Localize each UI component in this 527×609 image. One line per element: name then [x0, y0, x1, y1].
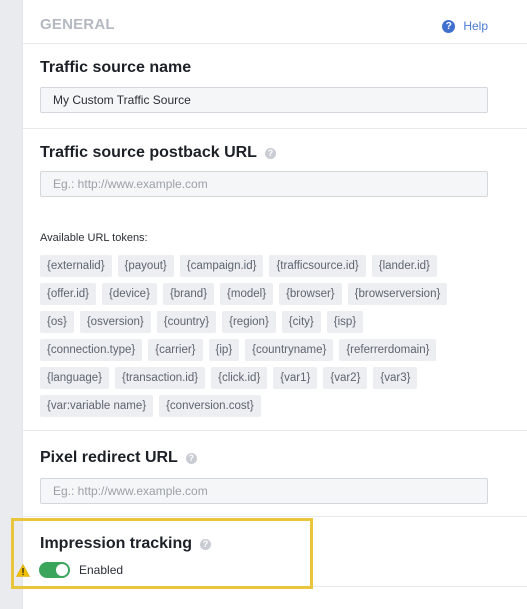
token-list: {externalid} {payout} {campaign.id} {traffi… [40, 255, 500, 423]
traffic-source-name-label-text: Traffic source name [40, 59, 192, 76]
impression-tracking-toggle[interactable] [39, 562, 70, 578]
question-icon[interactable]: ? [264, 147, 276, 159]
pixel-redirect-section: Pixel redirect URL ? [23, 431, 527, 517]
url-token[interactable]: {language} [40, 367, 110, 389]
section-title: GENERAL [40, 16, 115, 33]
url-token[interactable]: {os} [40, 311, 74, 333]
section-header: GENERAL ? Help [23, 0, 527, 44]
url-token[interactable]: {country} [156, 311, 217, 333]
toggle-label: Enabled [79, 563, 124, 577]
token-row: {var:variable name} {conversion.cost} [40, 395, 500, 417]
url-token[interactable]: {trafficsource.id} [269, 255, 366, 277]
token-row: {connection.type} {carrier} {ip} {countryna… [40, 339, 500, 361]
url-token[interactable]: {var2} [323, 367, 368, 389]
traffic-source-name-input[interactable] [40, 87, 488, 113]
token-row: {externalid} {payout} {campaign.id} {traffi… [40, 255, 500, 277]
url-token[interactable]: {browser} [279, 283, 342, 305]
help-icon: ? [442, 19, 456, 33]
warning-icon [16, 564, 30, 577]
url-token[interactable]: {click.id} [211, 367, 268, 389]
url-token[interactable]: {offer.id} [40, 283, 96, 305]
help-link[interactable]: ? Help [442, 19, 488, 33]
url-token[interactable]: {brand} [162, 283, 215, 305]
url-token[interactable]: {city} [281, 311, 321, 333]
highlight-frame [11, 518, 313, 589]
url-token[interactable]: {var:variable name} [40, 395, 154, 417]
tokens-label: Available URL tokens: [40, 232, 148, 244]
pixel-redirect-label: Pixel redirect URL ? [40, 449, 197, 467]
url-token[interactable]: {ip} [208, 339, 240, 361]
token-row: {language} {transaction.id} {click.id} {var… [40, 367, 500, 389]
question-icon[interactable]: ? [185, 452, 197, 464]
url-token[interactable]: {connection.type} [40, 339, 143, 361]
postback-url-input[interactable] [40, 171, 488, 197]
pixel-redirect-input[interactable] [40, 478, 488, 504]
url-token[interactable]: {isp} [326, 311, 364, 333]
token-row: {os} {osversion} {country} {region} {city} {i… [40, 311, 500, 333]
url-token[interactable]: {countryname} [245, 339, 334, 361]
url-token[interactable]: {externalid} [40, 255, 112, 277]
impression-tracking-toggle-row: Enabled [39, 562, 123, 578]
url-token[interactable]: {campaign.id} [179, 255, 264, 277]
url-token[interactable]: {lander.id} [371, 255, 437, 277]
traffic-source-name-label: Traffic source name [40, 59, 191, 77]
url-token[interactable]: {carrier} [148, 339, 203, 361]
url-token[interactable]: {device} [102, 283, 157, 305]
url-token[interactable]: {payout} [117, 255, 174, 277]
traffic-source-name-section: Traffic source name [23, 44, 527, 129]
url-token[interactable]: {referrerdomain} [339, 339, 437, 361]
url-token[interactable]: {osversion} [79, 311, 151, 333]
url-token[interactable]: {region} [222, 311, 276, 333]
pixel-redirect-label-text: Pixel redirect URL [40, 449, 178, 466]
url-token[interactable]: {var1} [273, 367, 318, 389]
url-token[interactable]: {model} [220, 283, 274, 305]
token-row: {offer.id} {device} {brand} {model} {browser… [40, 283, 500, 305]
postback-url-label: Traffic source postback URL ? [40, 144, 276, 162]
toggle-knob [56, 564, 68, 576]
url-token[interactable]: {browserversion} [347, 283, 448, 305]
url-token[interactable]: {conversion.cost} [159, 395, 261, 417]
url-token[interactable]: {transaction.id} [115, 367, 206, 389]
help-label: Help [463, 19, 488, 33]
url-token[interactable]: {var3} [373, 367, 418, 389]
postback-url-label-text: Traffic source postback URL [40, 144, 257, 161]
